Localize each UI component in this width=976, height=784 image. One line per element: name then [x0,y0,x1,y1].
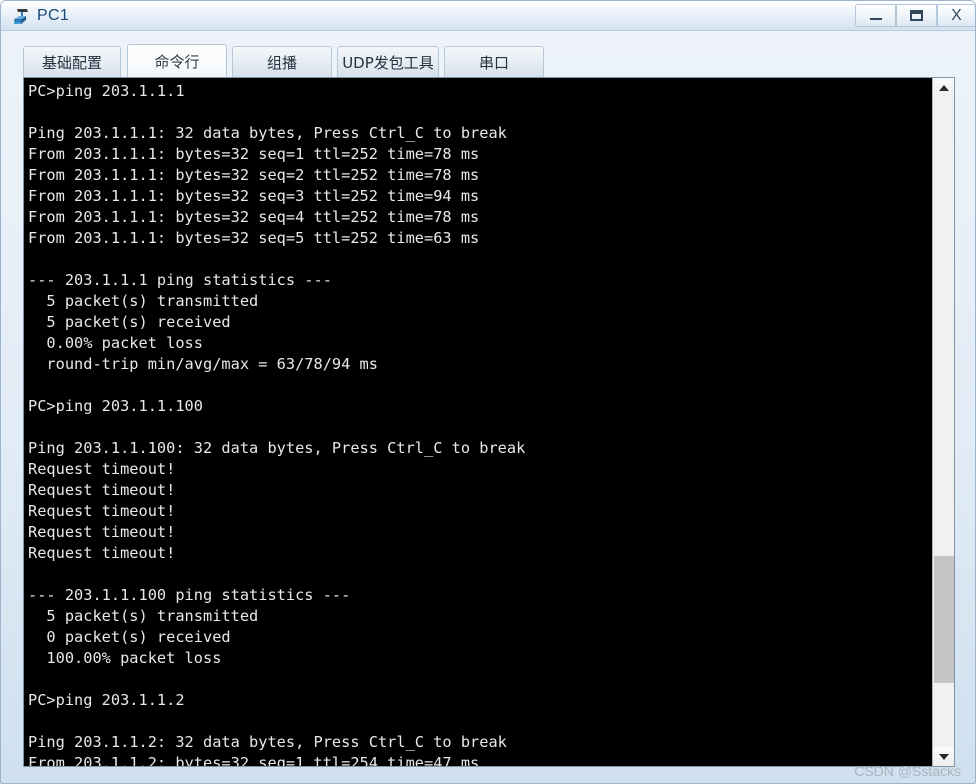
terminal-line: From 203.1.1.1: bytes=32 seq=2 ttl=252 t… [28,166,480,184]
terminal-line: From 203.1.1.1: bytes=32 seq=1 ttl=252 t… [28,145,480,163]
tab-3[interactable]: UDP发包工具 [337,46,439,77]
window-titlebar[interactable]: PC1 X [1,1,975,31]
terminal-line: From 203.1.1.1: bytes=32 seq=3 ttl=252 t… [28,187,480,205]
tab-label: 串口 [478,53,509,72]
terminal-output[interactable]: PC>ping 203.1.1.1 Ping 203.1.1.1: 32 dat… [24,78,932,766]
terminal-line: PC>ping 203.1.1.2 [28,691,185,709]
tab-4[interactable]: 串口 [444,46,544,77]
watermark: CSDN @Sstacks [854,763,961,779]
close-button[interactable]: X [937,4,975,27]
minimize-button[interactable] [855,4,896,27]
close-icon: X [951,6,962,24]
tab-1[interactable]: 命令行 [127,44,227,77]
terminal-line: round-trip min/avg/max = 63/78/94 ms [28,355,378,373]
terminal-line: Request timeout! [28,544,176,562]
scroll-up-button[interactable] [933,78,954,97]
terminal-scrollbar[interactable] [932,78,954,766]
terminal-line: 0.00% packet loss [28,334,203,352]
chevron-up-icon [938,84,949,91]
tab-label: 命令行 [154,52,200,71]
terminal-line: PC>ping 203.1.1.100 [28,397,203,415]
terminal-panel: PC>ping 203.1.1.1 Ping 203.1.1.1: 32 dat… [23,77,955,767]
terminal-line: Ping 203.1.1.1: 32 data bytes, Press Ctr… [28,124,507,142]
minimize-icon [869,18,882,20]
terminal-line: From 203.1.1.1: bytes=32 seq=5 ttl=252 t… [28,229,480,247]
tab-label: UDP发包工具 [342,53,434,72]
pc-device-icon [12,6,32,26]
terminal-line: Request timeout! [28,481,176,499]
tab-bar: 基础配置 命令行 组播 UDP发包工具 串口 [1,32,975,77]
terminal-line: From 203.1.1.2: bytes=32 seq=1 ttl=254 t… [28,754,480,766]
chevron-down-icon [938,753,949,760]
terminal-line: Ping 203.1.1.100: 32 data bytes, Press C… [28,439,526,457]
window-title: PC1 [37,7,70,24]
tab-label: 基础配置 [41,53,102,72]
scrollbar-thumb[interactable] [934,556,954,683]
terminal-line: Ping 203.1.1.2: 32 data bytes, Press Ctr… [28,733,507,751]
tab-2[interactable]: 组播 [232,46,332,77]
terminal-line: --- 203.1.1.1 ping statistics --- [28,271,332,289]
terminal-line: --- 203.1.1.100 ping statistics --- [28,586,351,604]
tab-0[interactable]: 基础配置 [23,46,121,77]
terminal-line: 5 packet(s) received [28,313,231,331]
terminal-line: 5 packet(s) transmitted [28,607,259,625]
maximize-icon [910,10,923,21]
terminal-line: PC>ping 203.1.1.1 [28,82,185,100]
tab-label: 组播 [266,53,297,72]
terminal-line: 100.00% packet loss [28,649,222,667]
terminal-line: 0 packet(s) received [28,628,231,646]
maximize-button[interactable] [896,4,937,27]
terminal-line: Request timeout! [28,523,176,541]
terminal-line: From 203.1.1.1: bytes=32 seq=4 ttl=252 t… [28,208,480,226]
terminal-line: 5 packet(s) transmitted [28,292,259,310]
pc1-window: PC1 X 基础配置 命令行 组播 UDP发包工具 串口 PC>ping 203.1.1… [0,0,976,784]
terminal-line: Request timeout! [28,502,176,520]
terminal-line: Request timeout! [28,460,176,478]
